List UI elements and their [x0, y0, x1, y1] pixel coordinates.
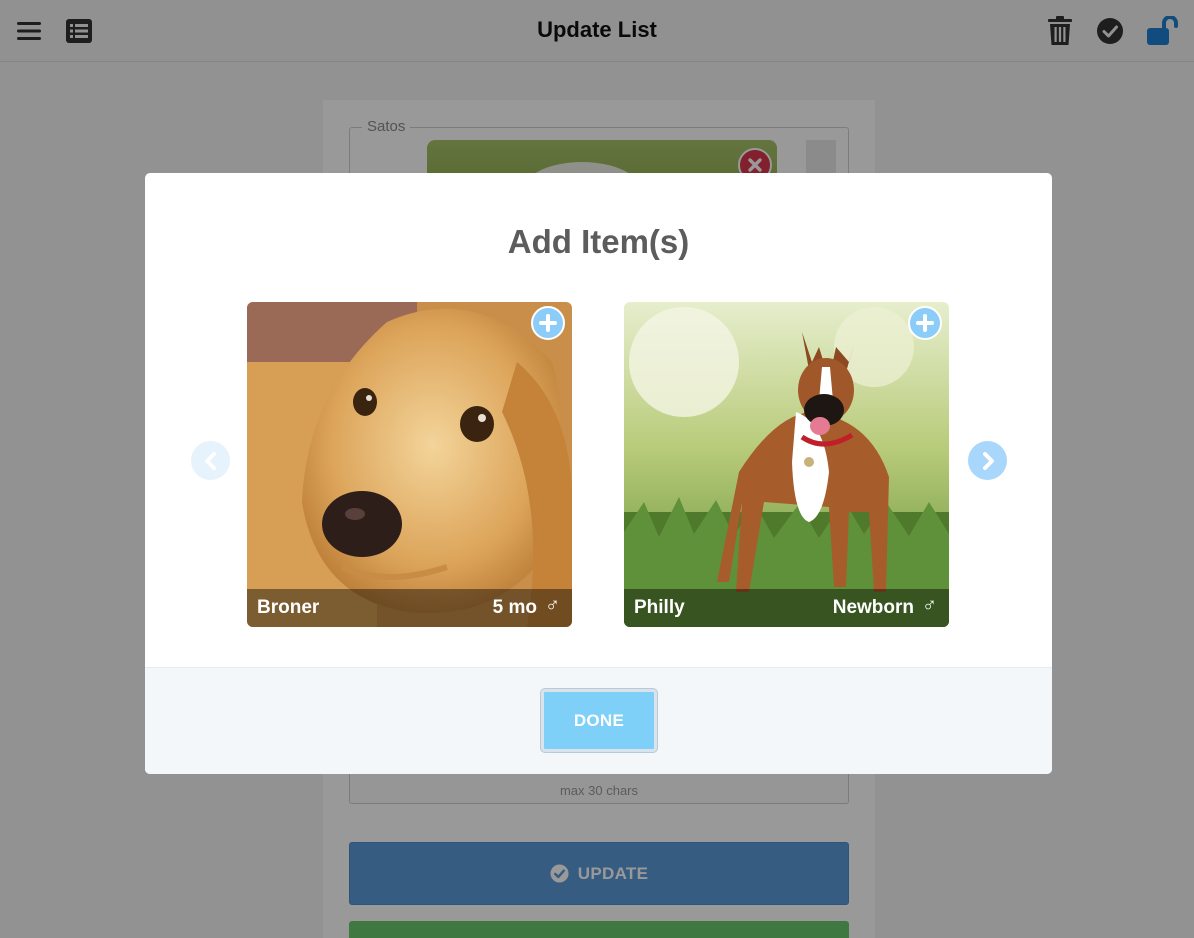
add-item-button[interactable] — [908, 306, 942, 340]
modal-title: Add Item(s) — [507, 223, 690, 260]
male-icon: ♂ — [545, 594, 560, 616]
plus-icon — [539, 314, 557, 332]
pet-card[interactable]: Philly Newborn ♂ — [624, 302, 949, 627]
pet-photo-boxer — [624, 302, 949, 627]
chevron-left-icon — [204, 451, 216, 470]
chevron-right-icon — [982, 451, 994, 470]
pet-name: Broner — [257, 597, 320, 618]
pet-photo-golden-retriever — [247, 302, 572, 627]
pet-age: 5 mo — [492, 597, 537, 618]
done-button[interactable]: DONE — [541, 689, 657, 752]
male-icon: ♂ — [922, 594, 937, 616]
carousel-next-button[interactable] — [968, 441, 1007, 480]
pet-caption: Philly Newborn ♂ — [624, 589, 949, 627]
pet-age: Newborn — [832, 597, 914, 618]
pet-name: Philly — [634, 597, 685, 618]
add-items-modal: Add Item(s) Broner 5 mo ♂ Philly Newborn… — [145, 173, 1052, 774]
modal-footer: DONE — [145, 667, 1052, 774]
carousel-prev-button[interactable] — [191, 441, 230, 480]
plus-icon — [916, 314, 934, 332]
pet-caption: Broner 5 mo ♂ — [247, 589, 572, 627]
add-item-button[interactable] — [531, 306, 565, 340]
pet-card[interactable]: Broner 5 mo ♂ — [247, 302, 572, 627]
